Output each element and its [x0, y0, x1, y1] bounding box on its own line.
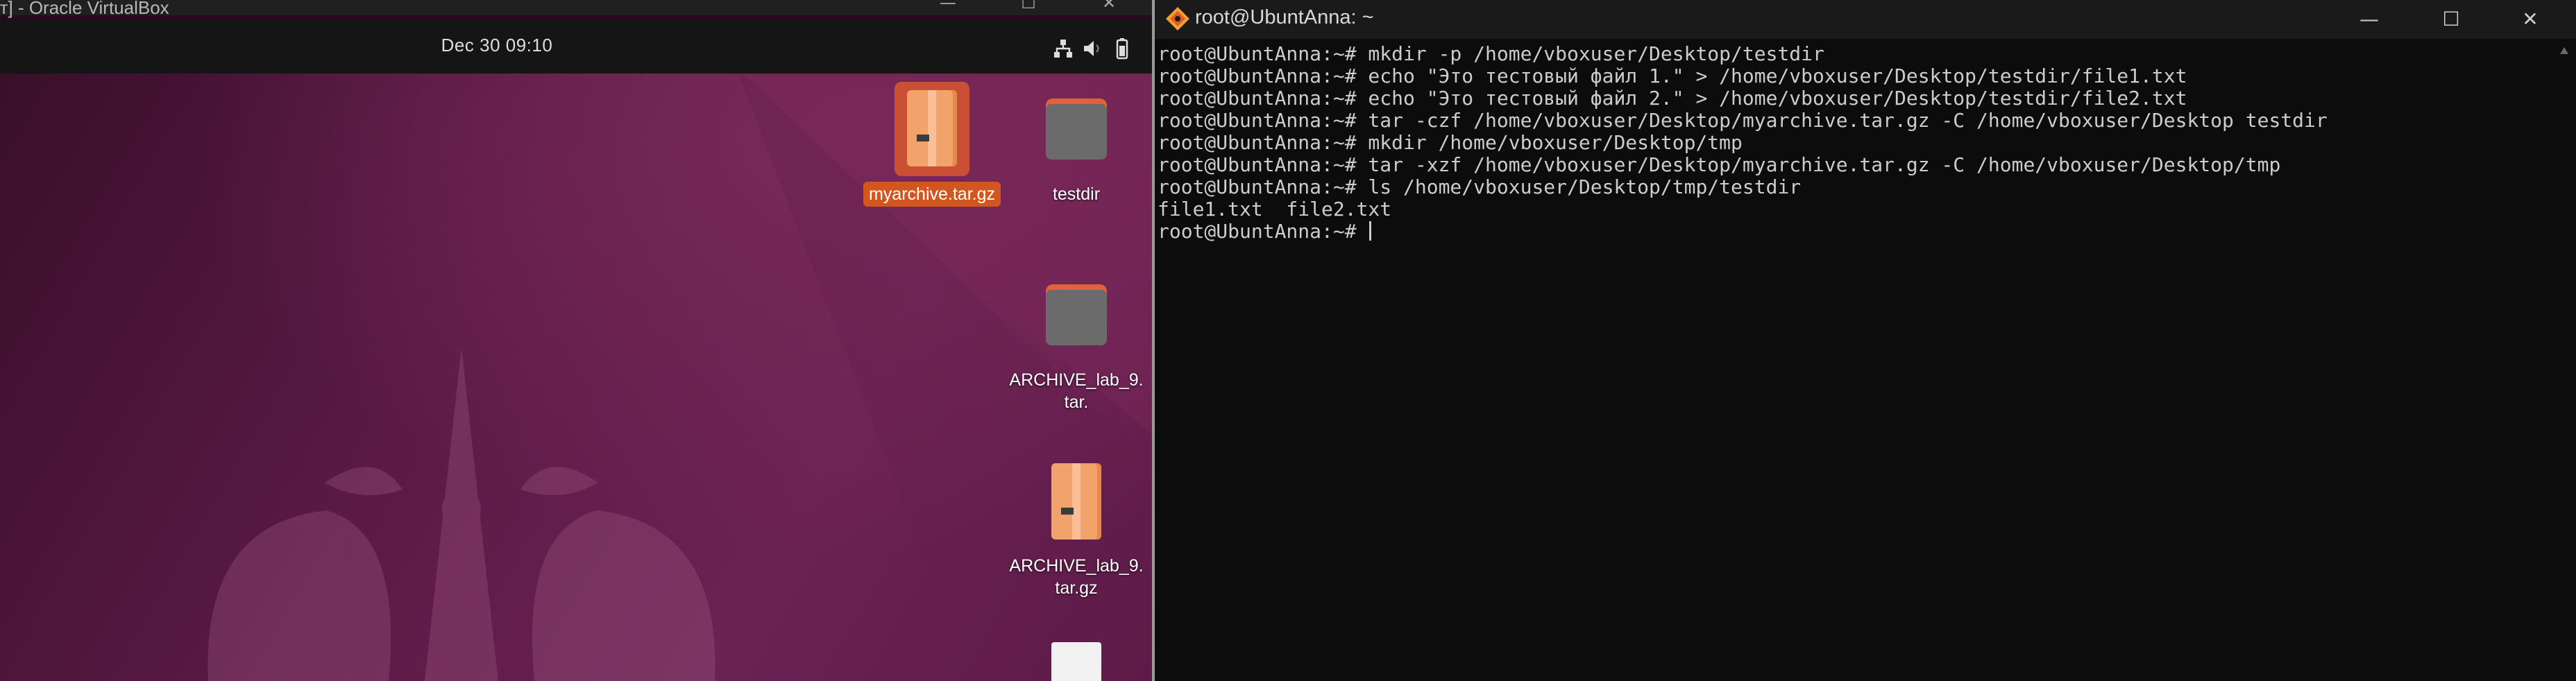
- virtualbox-title: ет] - Oracle VirtualBox: [0, 0, 169, 18]
- archive-icon: [907, 90, 957, 166]
- terminal-title: root@UbuntAnna: ~: [1195, 6, 1374, 28]
- desktop-item-label: myarchive.tar.gz: [863, 182, 1001, 207]
- desktop-item-archive-lab9-targz[interactable]: ARCHIVE_lab_9. tar.gz: [1003, 459, 1149, 601]
- terminal-line: root@UbuntAnna:~# echo "Это тестовый фай…: [1158, 87, 2187, 110]
- scroll-up-arrow-icon[interactable]: [2559, 43, 2569, 64]
- desktop-item-archive-lab9-tar[interactable]: ARCHIVE_lab_9. tar.: [1003, 280, 1149, 415]
- terminal-line: root@UbuntAnna:~# mkdir /home/vboxuser/D…: [1158, 131, 1743, 154]
- terminal-prompt: root@UbuntAnna:~#: [1158, 220, 1368, 243]
- ubuntu-desktop[interactable]: myarchive.tar.gz testdir ARCHIVE_lab_9. …: [0, 74, 1152, 681]
- terminal-line: root@UbuntAnna:~# ls /home/vboxuser/Desk…: [1158, 175, 1802, 198]
- terminal-titlebar: root@UbuntAnna: ~ — ☐ ✕: [1155, 0, 2576, 39]
- maximize-icon[interactable]: ☐: [2430, 4, 2472, 35]
- minimize-icon[interactable]: —: [2348, 4, 2390, 35]
- desktop-item-label: ARCHIVE_lab_9. tar.gz: [1009, 556, 1144, 598]
- volume-icon[interactable]: [1081, 37, 1103, 60]
- maximize-icon[interactable]: ☐: [1008, 0, 1049, 15]
- desktop-item-label: ARCHIVE_lab_9. tar.: [1009, 370, 1144, 412]
- terminal-line: root@UbuntAnna:~# tar -czf /home/vboxuse…: [1158, 109, 2328, 132]
- terminal-line: file1.txt file2.txt: [1158, 198, 1392, 221]
- text-cursor: [1369, 221, 1372, 241]
- close-icon[interactable]: ✕: [2509, 4, 2551, 35]
- ubuntu-top-bar: Dec 30 09:10: [0, 19, 1152, 74]
- folder-icon: [1046, 98, 1107, 160]
- minimize-icon[interactable]: —: [927, 0, 969, 15]
- desktop-item-document[interactable]: [1003, 642, 1149, 681]
- clock[interactable]: Dec 30 09:10: [0, 35, 994, 56]
- desktop-item-testdir[interactable]: testdir: [1003, 94, 1149, 207]
- virtualbox-window: ет] - Oracle VirtualBox — ☐ ✕ Dec 30 09:…: [0, 0, 1152, 681]
- close-icon[interactable]: ✕: [1088, 0, 1130, 15]
- desktop-item-label: testdir: [1052, 184, 1101, 204]
- archive-icon: [1051, 463, 1101, 540]
- terminal-line: root@UbuntAnna:~# tar -xzf /home/vboxuse…: [1158, 153, 2281, 176]
- terminal-line: root@UbuntAnna:~# mkdir -p /home/vboxuse…: [1158, 42, 1824, 65]
- battery-icon[interactable]: [1110, 37, 1133, 60]
- terminal-output[interactable]: root@UbuntAnna:~# mkdir -p /home/vboxuse…: [1158, 43, 2545, 667]
- terminal-line: root@UbuntAnna:~# echo "Это тестовый фай…: [1158, 64, 2187, 87]
- desktop-item-myarchive[interactable]: myarchive.tar.gz: [859, 82, 1005, 207]
- document-icon: [1051, 642, 1101, 681]
- virtualbox-titlebar: ет] - Oracle VirtualBox — ☐ ✕: [0, 0, 1152, 18]
- folder-icon: [1046, 284, 1107, 345]
- network-icon[interactable]: [1052, 37, 1074, 60]
- git-bash-icon: [1166, 7, 1189, 31]
- terminal-prompt-line[interactable]: root@UbuntAnna:~#: [1158, 221, 2545, 243]
- terminal-window: root@UbuntAnna: ~ — ☐ ✕ root@UbuntAnna:~…: [1155, 0, 2576, 681]
